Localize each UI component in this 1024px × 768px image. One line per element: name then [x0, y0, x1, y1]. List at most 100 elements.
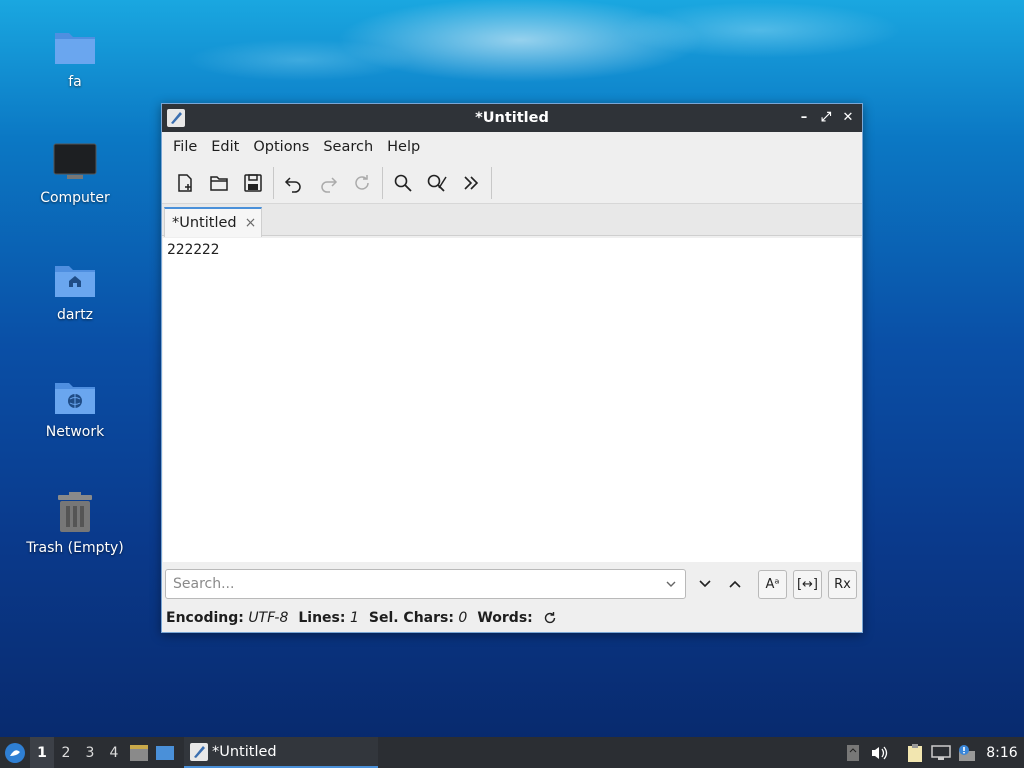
find-replace-icon — [427, 174, 447, 192]
lubuntu-logo-icon — [5, 742, 25, 763]
close-button[interactable]: ✕ — [840, 108, 856, 126]
open-button[interactable] — [204, 168, 234, 198]
toolbar-separator — [491, 166, 492, 199]
desktop-icon-label: Trash (Empty) — [26, 540, 124, 556]
workspace-4[interactable]: 4 — [102, 737, 126, 768]
desktop-icon-trash[interactable]: Trash (Empty) — [15, 488, 135, 556]
tab-bar: *Untitled × — [162, 204, 862, 237]
encoding-label: Encoding: — [166, 610, 244, 626]
chevron-down-icon — [699, 580, 711, 588]
clock[interactable]: 8:16 — [980, 745, 1024, 761]
volume-button[interactable] — [866, 737, 892, 768]
reload-button[interactable] — [347, 168, 377, 198]
match-case-button[interactable]: Aᵃ — [758, 569, 787, 599]
show-desktop-button[interactable] — [152, 737, 178, 768]
toolbar — [162, 162, 862, 204]
find-replace-button[interactable] — [422, 168, 452, 198]
workspace-3[interactable]: 3 — [78, 737, 102, 768]
lines-label: Lines: — [298, 610, 346, 626]
toolbar-separator — [273, 166, 274, 199]
new-document-button[interactable] — [170, 168, 200, 198]
selection-status: Sel. Chars: 0 — [369, 610, 467, 626]
clipboard-button[interactable] — [902, 737, 928, 768]
words-status: Words: — [477, 610, 532, 626]
search-input[interactable]: Search... — [165, 569, 686, 599]
system-tray: 8:16 — [840, 737, 1024, 768]
undo-icon — [284, 176, 301, 193]
computer-icon — [51, 138, 99, 186]
more-icon — [464, 175, 479, 190]
file-manager-launcher[interactable] — [126, 737, 152, 768]
network-icon — [931, 744, 951, 760]
desktop-icon-computer[interactable]: Computer — [15, 138, 135, 206]
tab-untitled[interactable]: *Untitled × — [164, 207, 262, 237]
network-button[interactable] — [928, 737, 954, 768]
volume-icon — [872, 746, 888, 759]
menu-options[interactable]: Options — [246, 135, 316, 159]
update-notifier-button[interactable] — [954, 737, 980, 768]
tab-label: *Untitled — [172, 215, 237, 231]
search-bar: Search... Aᵃ [↔] Rx — [165, 569, 860, 599]
desktop-icon-dartz[interactable]: dartz — [15, 255, 135, 323]
workspace-2[interactable]: 2 — [54, 737, 78, 768]
menu-help[interactable]: Help — [380, 135, 427, 159]
start-menu-button[interactable] — [0, 737, 30, 768]
desktop-icon-network[interactable]: Network — [15, 372, 135, 440]
refresh-icon — [544, 612, 555, 624]
maximize-button[interactable]: ⤢ — [818, 108, 834, 126]
words-label: Words: — [477, 610, 533, 626]
reload-icon — [355, 174, 369, 190]
encoding-value: UTF-8 — [248, 610, 289, 626]
tray-item-panel[interactable] — [840, 737, 866, 768]
desktop-icon-label: Network — [45, 424, 105, 440]
menu-edit[interactable]: Edit — [204, 135, 246, 159]
search-placeholder: Search... — [173, 576, 235, 592]
desktop-icon-label: Computer — [40, 190, 110, 206]
sel-chars-value: 0 — [458, 610, 468, 626]
app-icon — [167, 109, 185, 127]
open-folder-icon — [210, 175, 228, 191]
panel-icon — [847, 744, 859, 761]
tab-close-icon[interactable]: × — [245, 215, 257, 231]
redo-button[interactable] — [313, 168, 343, 198]
app-icon — [190, 742, 208, 761]
new-document-icon — [178, 173, 192, 192]
network-folder-icon — [51, 372, 99, 420]
more-button[interactable] — [456, 168, 486, 198]
lines-value: 1 — [349, 610, 359, 626]
menu-file[interactable]: File — [166, 135, 204, 159]
toolbar-separator — [382, 166, 383, 199]
find-next-button[interactable] — [690, 569, 720, 599]
status-bar: Encoding: UTF-8 Lines: 1 Sel. Chars: 0 W… — [166, 607, 557, 629]
workspace-1[interactable]: 1 — [30, 737, 54, 768]
folder-icon — [51, 22, 99, 70]
text-editor-area[interactable]: 222222 — [163, 238, 861, 562]
text-editor-window: *Untitled – ⤢ ✕ File Edit Options Search… — [161, 103, 863, 633]
lines-status: Lines: 1 — [298, 610, 359, 626]
encoding-status: Encoding: UTF-8 — [166, 610, 288, 626]
minimize-button[interactable]: – — [796, 108, 812, 126]
refresh-count-button[interactable] — [543, 611, 557, 625]
find-icon — [394, 174, 412, 192]
find-previous-button[interactable] — [720, 569, 750, 599]
whole-word-button[interactable]: [↔] — [793, 569, 822, 599]
taskbar-task-untitled[interactable]: *Untitled — [184, 737, 378, 768]
desktop-icon-label: fa — [68, 74, 82, 90]
chevron-down-icon[interactable] — [665, 577, 677, 591]
regex-button[interactable]: Rx — [828, 569, 857, 599]
menubar: File Edit Options Search Help — [162, 132, 862, 162]
taskbar: 1 2 3 4 *Untitled 8:16 — [0, 737, 1024, 768]
redo-icon — [321, 176, 338, 193]
undo-button[interactable] — [279, 168, 309, 198]
sel-chars-label: Sel. Chars: — [368, 610, 454, 626]
desktop-icon-fa[interactable]: fa — [15, 22, 135, 90]
menu-search[interactable]: Search — [316, 135, 380, 159]
clipboard-icon — [908, 743, 922, 762]
save-icon — [244, 173, 262, 192]
file-manager-icon — [130, 744, 148, 761]
find-button[interactable] — [388, 168, 418, 198]
chevron-up-icon — [729, 580, 741, 588]
window-title: *Untitled — [475, 110, 549, 126]
window-titlebar[interactable]: *Untitled – ⤢ ✕ — [162, 104, 862, 132]
save-button[interactable] — [238, 168, 268, 198]
